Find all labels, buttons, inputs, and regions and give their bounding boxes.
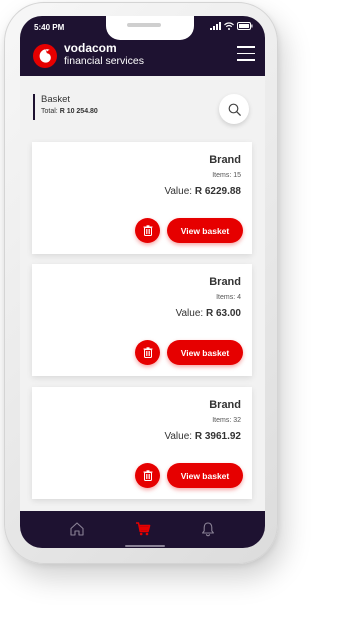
wifi-icon <box>224 22 234 30</box>
view-basket-button[interactable]: View basket <box>167 340 243 365</box>
brand-name: vodacom <box>64 41 117 55</box>
menu-icon-bar <box>237 59 255 61</box>
card-brand: Brand <box>209 154 241 166</box>
card-value: Value: R 63.00 <box>176 308 241 319</box>
speaker-grille <box>127 23 161 27</box>
app-header: 5:40 PM vodacom financial services <box>20 16 265 76</box>
trash-icon <box>143 225 152 236</box>
card-brand: Brand <box>209 276 241 288</box>
basket-card: Brand Items: 32 Value: R 3961.92 View ba… <box>32 387 252 499</box>
card-value-label: Value: <box>175 308 204 319</box>
delete-basket-button[interactable] <box>135 218 160 243</box>
card-items: Items: 4 <box>216 294 241 301</box>
card-value-amount: R 63.00 <box>205 308 241 319</box>
home-icon[interactable] <box>69 521 85 537</box>
basket-summary: Basket Total: R 10 254.80 <box>33 94 98 120</box>
card-value-label: Value: <box>164 186 193 197</box>
basket-total: Total: R 10 254.80 <box>41 106 98 118</box>
brand-subtitle: financial services <box>64 55 144 67</box>
card-value-amount: R 6229.88 <box>194 186 241 197</box>
search-button[interactable] <box>219 94 249 124</box>
home-indicator <box>125 545 165 547</box>
card-value-amount: R 3961.92 <box>194 431 241 442</box>
menu-button[interactable] <box>237 46 255 62</box>
basket-total-value: R 10 254.80 <box>59 108 98 115</box>
bottom-nav <box>20 511 265 548</box>
menu-icon <box>237 46 255 48</box>
delete-basket-button[interactable] <box>135 340 160 365</box>
status-time: 5:40 PM <box>34 23 65 32</box>
app-screen: 5:40 PM vodacom financial services Baske… <box>20 16 265 548</box>
menu-icon-bar <box>237 52 255 54</box>
delete-basket-button[interactable] <box>135 463 160 488</box>
view-basket-button[interactable]: View basket <box>167 218 243 243</box>
basket-total-label: Total: <box>41 108 58 115</box>
bell-icon[interactable] <box>200 521 216 537</box>
basket-card: Brand Items: 4 Value: R 63.00 View baske… <box>32 264 252 376</box>
card-items: Items: 32 <box>212 417 241 424</box>
card-value: Value: R 3961.92 <box>164 431 241 442</box>
search-icon <box>228 103 241 116</box>
card-items: Items: 15 <box>212 172 241 179</box>
cart-icon[interactable] <box>135 521 151 537</box>
basket-card: Brand Items: 15 Value: R 6229.88 View ba… <box>32 142 252 254</box>
battery-icon <box>237 22 253 30</box>
card-value-label: Value: <box>164 431 193 442</box>
trash-icon <box>143 470 152 481</box>
trash-icon <box>143 347 152 358</box>
signal-icon <box>210 22 221 30</box>
card-brand: Brand <box>209 399 241 411</box>
basket-title: Basket <box>41 94 71 105</box>
device-notch <box>106 16 194 40</box>
status-icons <box>210 22 253 30</box>
vodacom-logo-icon <box>33 44 57 68</box>
view-basket-button[interactable]: View basket <box>167 463 243 488</box>
card-value: Value: R 6229.88 <box>164 186 241 197</box>
